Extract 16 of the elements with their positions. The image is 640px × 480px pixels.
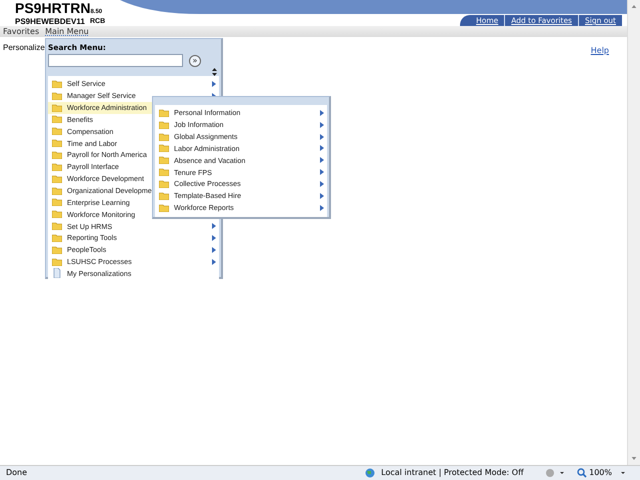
status-text: Done <box>5 467 28 479</box>
search-button[interactable]: » <box>189 54 201 66</box>
zoom-level[interactable]: 100% <box>587 467 618 479</box>
sort-icon <box>212 68 217 76</box>
server-name: PS9HEWEBDEV11 <box>15 17 85 26</box>
page-icon <box>52 268 62 278</box>
app-title: PS9HRTRN <box>15 1 90 15</box>
page-title: Personalize <box>3 43 45 54</box>
menu-bar-item[interactable]: Main Menu <box>45 26 89 37</box>
help-link[interactable]: Help <box>590 45 609 57</box>
menu-bar-item[interactable]: Favorites <box>3 26 40 37</box>
globe-icon <box>365 468 376 478</box>
zoom-icon <box>577 468 588 478</box>
zone-text: Local intranet | Protected Mode: Off <box>380 467 525 479</box>
vertical-scrollbar[interactable] <box>627 0 640 465</box>
search-field[interactable] <box>48 54 183 67</box>
